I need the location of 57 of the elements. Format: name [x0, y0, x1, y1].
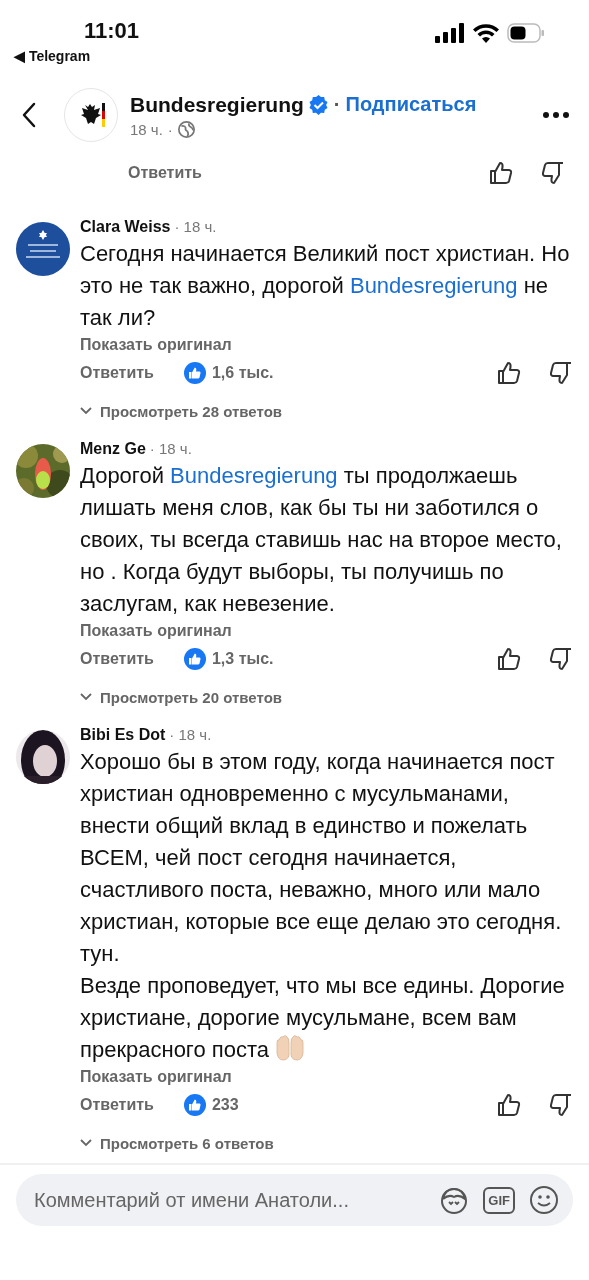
page-name[interactable]: Bundesregierung: [130, 92, 304, 117]
show-original-link[interactable]: Показать оригинал: [80, 1068, 232, 1086]
post-time: 18 ч.: [130, 120, 163, 138]
back-icon[interactable]: [22, 102, 36, 128]
mention-link[interactable]: Bundesregierung: [170, 463, 338, 488]
like-icon[interactable]: [497, 647, 521, 671]
like-count: 1,3 тыс.: [211, 650, 274, 668]
gif-button[interactable]: GIF: [483, 1186, 515, 1214]
comment-input-field[interactable]: Комментарий от имени Анатоли... GIF: [16, 1174, 573, 1226]
view-replies-link[interactable]: Просмотреть 28 ответов: [100, 402, 282, 420]
like-count: 233: [211, 1096, 239, 1114]
comment-text: Сегодня начинается Великий пост христиан. Но это не так важно, дорогой Bundesregierung не так ли?: [80, 240, 571, 332]
separator-dot: ·: [167, 120, 173, 138]
signal-icon: [435, 23, 465, 43]
like-icon[interactable]: [489, 161, 513, 185]
emoji-icon[interactable]: [529, 1185, 559, 1215]
like-badge-icon: [183, 648, 206, 670]
comment-text: Дорогой Bundesregierung ты продолжаешь лишать меня слов, как бы ты ни заботился о своих, ты всегда ставишь нас на второе место, но . Когда будут выборы, ты получишь по заслугам, как невезение.: [80, 462, 563, 618]
comment-text: Хорошо бы в этом году, когда начинается пост христиан одновременно с мусульманами, внести общий вклад в единство и пожелать ВСЕМ, чей пост сегодня начинается, счастливого поста, неважно, много или мало христиан, которые все еще делаю это сегодня. тун. Везде проповедует, что мы все едины. Дорогие христиане, дорогие мусульмане, всем вам прекрасного поста: [80, 748, 566, 1064]
mention-link[interactable]: Bundesregierung: [349, 273, 518, 298]
like-badge-icon: [183, 362, 206, 384]
like-icon[interactable]: [497, 1093, 521, 1117]
dislike-icon[interactable]: [549, 361, 573, 385]
eagle-logo-icon: [64, 88, 118, 142]
author-name[interactable]: Bibi Es Dot: [80, 726, 166, 744]
view-replies-link[interactable]: Просмотреть 6 ответов: [100, 1134, 274, 1152]
chevron-down-icon: [80, 1139, 92, 1147]
like-icon[interactable]: [497, 361, 521, 385]
globe-icon: [177, 120, 195, 138]
avatar-sticker-icon[interactable]: [439, 1185, 470, 1215]
reply-link[interactable]: Ответить: [80, 364, 154, 382]
more-options-icon[interactable]: [543, 112, 569, 118]
reply-link[interactable]: Ответить: [80, 650, 154, 668]
back-to-app-link[interactable]: ◀ Telegram: [14, 48, 91, 64]
open-hands-icon: [274, 1035, 305, 1061]
like-count: 1,6 тыс.: [211, 364, 274, 382]
status-time: 11:01: [84, 18, 140, 44]
dislike-icon[interactable]: [549, 647, 573, 671]
like-badge-icon: [183, 1094, 206, 1116]
reply-link[interactable]: Ответить: [128, 164, 202, 182]
view-replies-link[interactable]: Просмотреть 20 ответов: [100, 688, 282, 706]
show-original-link[interactable]: Показать оригинал: [80, 336, 232, 354]
chevron-down-icon: [80, 407, 92, 415]
wifi-icon: [473, 23, 499, 43]
dislike-icon[interactable]: [541, 161, 565, 185]
dislike-icon[interactable]: [549, 1093, 573, 1117]
author-name[interactable]: Menz Ge: [80, 440, 146, 458]
reply-link[interactable]: Ответить: [80, 1096, 154, 1114]
comment-time: · 18 ч.: [149, 440, 192, 457]
separator-dot: ·: [333, 93, 341, 116]
comment-time: · 18 ч.: [174, 218, 217, 235]
battery-icon: [507, 23, 545, 43]
follow-link[interactable]: Подписаться: [345, 93, 477, 116]
author-name[interactable]: Clara Weiss: [80, 218, 171, 236]
chevron-down-icon: [80, 693, 92, 701]
comment-time: · 18 ч.: [169, 726, 212, 743]
show-original-link[interactable]: Показать оригинал: [80, 622, 232, 640]
